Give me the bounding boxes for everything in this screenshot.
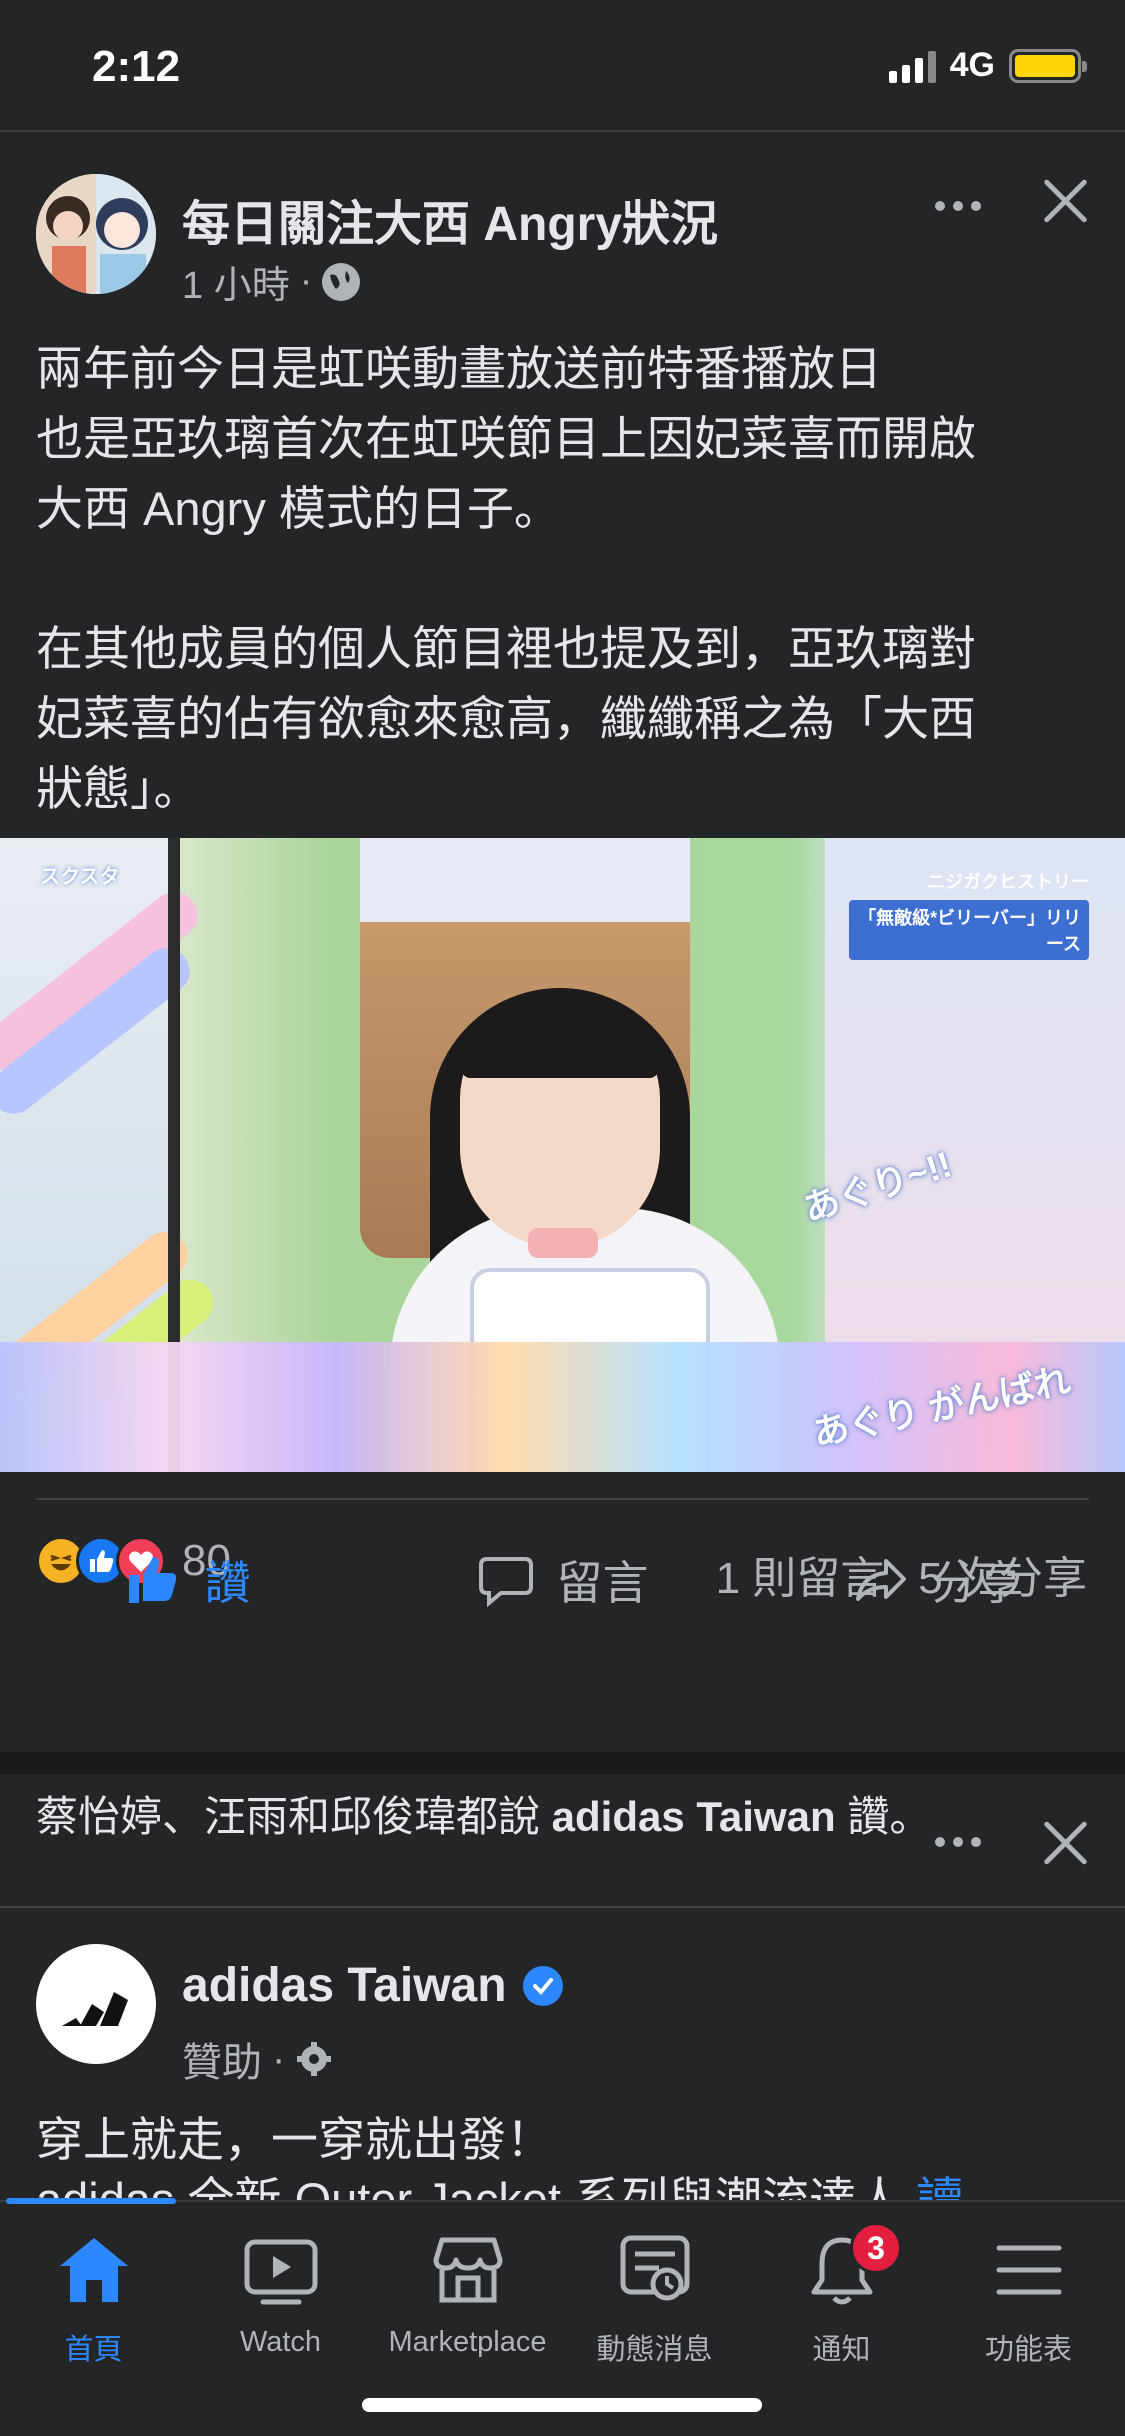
post-photo[interactable]: スクスタ ニジガクヒストリー 「無敵級*ビリーバー」リリース あぐり~!! あぐ… [0,838,1125,1472]
signal-icon [888,49,936,83]
divider [0,1906,1125,1908]
sponsored-label[interactable]: 贊助 [182,2030,262,2088]
ad-avatar[interactable] [36,1944,156,2064]
facebook-feed-screen: 2:12 4G 每日關注大西 Angry狀況 1 小時 · 兩年前今日是虹咲動畫… [0,0,1125,2436]
tab-watch[interactable]: Watch [187,2230,374,2359]
notification-badge: 3 [850,2222,902,2274]
like-button[interactable]: 讚 [0,1520,375,1640]
post-text-line: 大西 Angry 模式的日子。 [36,482,561,535]
news-feed-icon [620,2235,689,2301]
tab-label: Marketplace [388,2326,547,2358]
tab-label: 動態消息 [596,2334,713,2366]
comment-label: 留言 [556,1557,649,1609]
post-text-line: 狀態」。 [36,762,201,815]
feed-separator [0,1752,1125,1774]
meta-separator: · [299,260,313,302]
post-text: 兩年前今日是虹咲動畫放送前特番播放日 也是亞玖璃首次在虹咲節目上因妃菜喜而開啟 … [36,334,1096,824]
post-text-line: 也是亞玖璃首次在虹咲節目上因妃菜喜而開啟 [36,412,976,465]
ad-text-line2: adidas 全新 Outer Jacket 系列與潮流達人 讀 [36,2168,1096,2202]
tab-label: 通知 [812,2334,871,2366]
post-text-line: 在其他成員的個人節目裡也提及到，亞玖璃對 [36,622,976,675]
tab-notifications[interactable]: 3 通知 [748,2222,935,2368]
gear-icon [297,2042,332,2076]
active-tab-indicator [6,2198,176,2204]
tab-label: 首頁 [64,2334,123,2366]
comment-button[interactable]: 留言 [375,1520,750,1640]
tab-marketplace[interactable]: Marketplace [374,2230,561,2359]
tab-home[interactable]: 首頁 [0,2230,187,2368]
show-logo-right-bar: 「無敵級*ビリーバー」リリース [849,900,1089,960]
globe-icon [322,262,361,301]
share-icon [855,1559,906,1601]
page-avatar[interactable] [36,174,156,294]
post-actions: 讚 留言 分享 [0,1520,1125,1640]
ad-page-name[interactable]: adidas Taiwan [182,1958,563,2013]
post-meta: 1 小時 · [182,254,361,309]
like-label: 讚 [204,1557,251,1609]
home-icon [59,2238,128,2302]
show-logo-left: スクスタ [40,866,120,888]
post-text-line: 兩年前今日是虹咲動畫放送前特番播放日 [36,342,882,395]
meta-separator: · [272,2036,286,2081]
battery-icon [1009,48,1087,83]
show-logo-right: ニジガクヒストリー 「無敵級*ビリーバー」リリース [849,868,1089,960]
comment-icon [478,1557,533,1608]
tab-menu[interactable]: 功能表 [935,2230,1122,2368]
see-more-link[interactable]: 讀 [916,2173,963,2202]
more-options-icon[interactable] [928,186,988,226]
post-text-line: 妃菜喜的佔有欲愈來愈高，纖纖稱之為「大西 [36,692,976,745]
adidas-logo-icon [62,1992,128,2026]
post-card: 每日關注大西 Angry狀況 1 小時 · 兩年前今日是虹咲動畫放送前特番播放日… [0,134,1125,1752]
network-label: 4G [949,46,995,84]
ad-meta: 贊助 · [182,2030,333,2088]
ad-page-name-text: adidas Taiwan [182,1959,507,2012]
watch-icon [244,2239,317,2305]
ad-close-icon[interactable] [1036,1814,1094,1872]
divider [36,1498,1089,1500]
ad-more-options-icon[interactable] [928,1822,988,1862]
social-context-prefix: 蔡怡婷、汪雨和邱俊瑋都說 [36,1793,552,1840]
tab-label: Watch [239,2326,322,2358]
social-context-page[interactable]: adidas Taiwan [552,1793,836,1840]
show-logo-right-title: ニジガクヒストリー [927,872,1089,892]
share-label: 分享 [931,1557,1024,1609]
page-name[interactable]: 每日關注大西 Angry狀況 [182,184,718,254]
tab-label: 功能表 [984,2334,1072,2366]
share-button[interactable]: 分享 [750,1520,1125,1640]
tab-news[interactable]: 動態消息 [561,2230,748,2368]
status-icons: 4G [888,46,1087,85]
post-time[interactable]: 1 小時 [182,254,290,309]
ad-text: 穿上就走，一穿就出發！ [36,2113,553,2166]
thumbs-up-icon [128,1557,176,1603]
status-time: 2:12 [92,42,181,91]
status-bar: 2:12 4G [0,0,1125,132]
marketplace-icon [433,2237,502,2303]
menu-icon [996,2245,1061,2295]
social-context: 蔡怡婷、汪雨和邱俊瑋都說 adidas Taiwan 讚。 [36,1790,936,1844]
close-icon[interactable] [1036,172,1094,230]
verified-badge-icon [522,1965,563,2006]
social-context-suffix: 讚。 [835,1793,932,1840]
home-indicator[interactable] [362,2398,762,2412]
